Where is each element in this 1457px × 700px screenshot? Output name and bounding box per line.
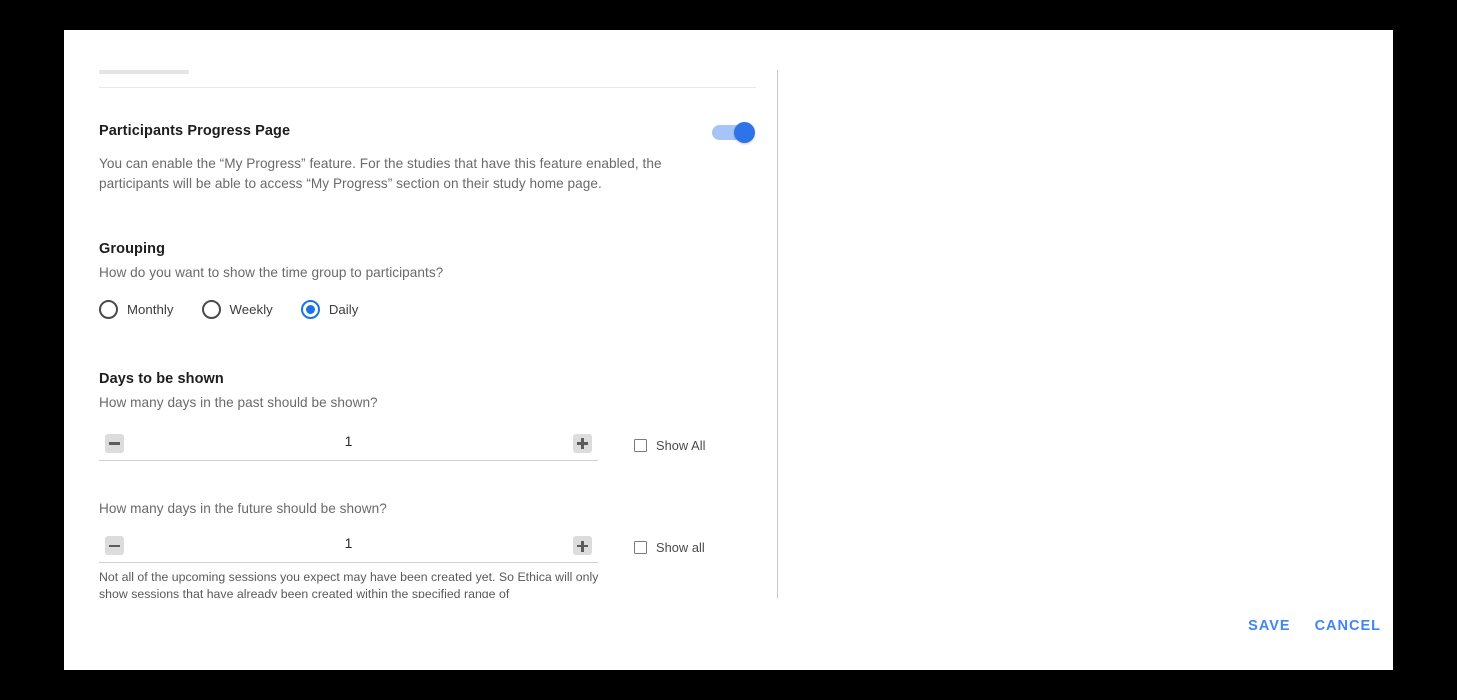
past-days-stepper: 1 xyxy=(99,430,598,461)
future-days-question: How many days in the future should be sh… xyxy=(99,500,387,516)
past-days-increment-button[interactable] xyxy=(573,433,592,453)
dialog-scroll-region[interactable]: Participants Progress Page You can enabl… xyxy=(64,30,1393,598)
past-days-question: How many days in the past should be show… xyxy=(99,395,378,411)
radio-option-monthly[interactable]: Monthly xyxy=(99,299,174,319)
grouping-title: Grouping xyxy=(99,241,166,257)
toggle-thumb xyxy=(734,122,755,143)
checkbox-icon xyxy=(634,541,647,555)
participants-progress-page-toggle[interactable] xyxy=(712,122,756,143)
past-days-show-all-checkbox[interactable]: Show All xyxy=(634,438,705,453)
dialog-actions: SAVE CANCEL xyxy=(1236,610,1393,642)
future-days-show-all-checkbox[interactable]: Show all xyxy=(634,540,705,555)
participants-progress-page-section: Participants Progress Page You can enabl… xyxy=(99,122,756,193)
scrolled-content-stub xyxy=(99,70,189,74)
days-to-be-shown-section: Days to be shown How many days in the pa… xyxy=(99,371,756,598)
participants-progress-page-description: You can enable the “My Progress” feature… xyxy=(99,156,662,191)
dialog-footer: SAVE CANCEL xyxy=(64,598,1393,670)
checkbox-icon xyxy=(634,438,647,452)
settings-dialog: Participants Progress Page You can enabl… xyxy=(64,30,1393,670)
cancel-button[interactable]: CANCEL xyxy=(1303,610,1393,642)
radio-label-monthly: Monthly xyxy=(127,301,174,317)
future-days-row: 1 Show all xyxy=(99,532,756,564)
future-days-note-line-2: show sessions that have already been cre… xyxy=(99,587,510,598)
future-days-show-all-label: Show all xyxy=(656,540,705,556)
section-divider-top xyxy=(99,87,756,88)
radio-mark-icon xyxy=(99,299,118,319)
grouping-section: Grouping How do you want to show the tim… xyxy=(99,241,756,319)
radio-option-weekly[interactable]: Weekly xyxy=(201,299,273,319)
future-days-value[interactable]: 1 xyxy=(99,535,598,551)
radio-mark-selected-icon xyxy=(300,299,320,319)
past-days-value[interactable]: 1 xyxy=(99,433,598,449)
grouping-radio-group: Monthly Weekly Daily xyxy=(99,299,756,319)
future-days-stepper: 1 xyxy=(99,532,598,564)
radio-mark-icon xyxy=(201,299,221,319)
past-days-show-all-label: Show All xyxy=(656,437,706,453)
days-to-be-shown-title: Days to be shown xyxy=(99,371,224,387)
grouping-question: How do you want to show the time group t… xyxy=(99,265,444,281)
past-days-row: 1 Show All xyxy=(99,430,756,461)
future-days-note-line-1: Not all of the upcoming sessions you exp… xyxy=(99,570,599,585)
participants-progress-page-title: Participants Progress Page xyxy=(99,123,291,140)
radio-label-weekly: Weekly xyxy=(229,301,273,317)
panel-vertical-divider xyxy=(777,70,778,598)
radio-label-daily: Daily xyxy=(328,301,359,317)
future-days-increment-button[interactable] xyxy=(573,536,592,556)
radio-option-daily[interactable]: Daily xyxy=(300,299,359,319)
progress-page-header-row: Participants Progress Page xyxy=(99,122,756,143)
save-button[interactable]: SAVE xyxy=(1236,610,1302,642)
screen-backdrop: Participants Progress Page You can enabl… xyxy=(0,0,1457,700)
